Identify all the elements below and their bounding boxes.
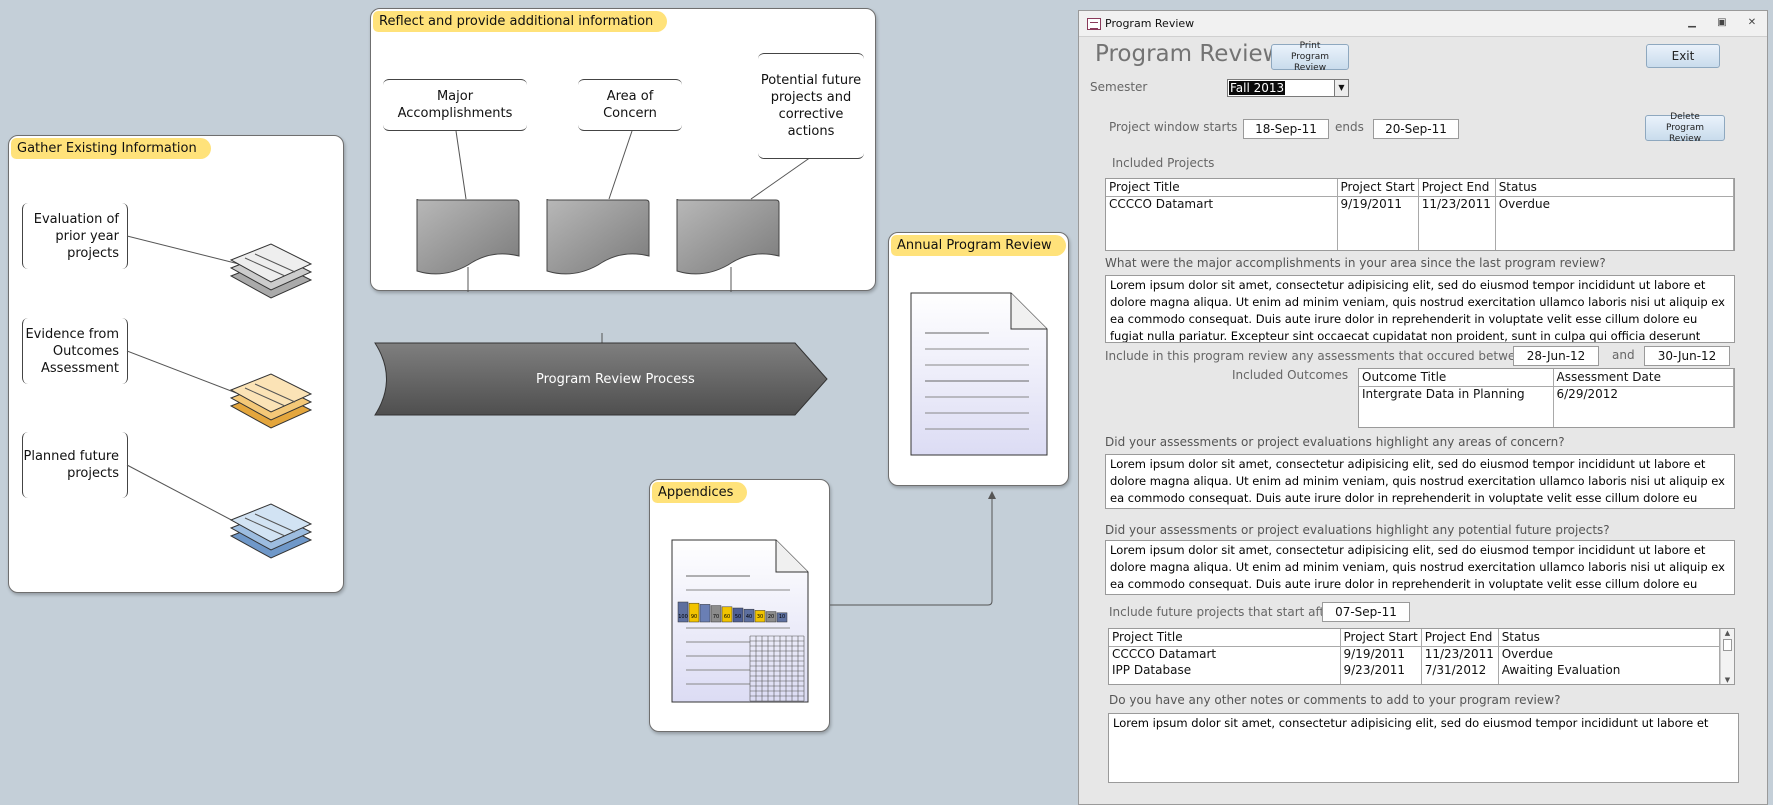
semester-value: Fall 2013 (1229, 81, 1286, 95)
appendices-panel: Appendices 100 90 70 60 50 40 30 20 10 (649, 479, 830, 732)
table-cell[interactable]: IPP Database (1109, 663, 1341, 680)
vertical-scrollbar[interactable]: ▲ ▼ (1720, 629, 1734, 684)
reflect-panel: Reflect and provide additional informati… (370, 8, 876, 292)
window-end-field[interactable]: 20-Sep-11 (1373, 119, 1459, 139)
column-header[interactable]: Assessment Date (1553, 369, 1734, 387)
window-ends-label: ends (1335, 120, 1364, 134)
table-cell[interactable]: Intergrate Data in Planning (1359, 386, 1554, 403)
table-row[interactable]: CCCCO Datamart 9/19/2011 11/23/2011 Overdue (1109, 646, 1721, 663)
notes-memo[interactable]: Lorem ipsum dolor sit amet, consectetur … (1108, 713, 1739, 783)
appendix-connector (830, 491, 996, 606)
column-header[interactable]: Project Start (1340, 629, 1422, 647)
reflection-document-icon (546, 198, 650, 275)
appendix-bar-label: 90 (691, 614, 697, 620)
future-start-field[interactable]: 07-Sep-11 (1322, 602, 1410, 622)
column-header[interactable]: Status (1498, 629, 1721, 647)
accomplishments-memo[interactable]: Lorem ipsum dolor sit amet, consectetur … (1105, 275, 1735, 343)
reflect-item-accomplishments: Major Accomplishments (383, 79, 527, 131)
included-projects-grid[interactable]: Project Title Project Start Project End Sta… (1105, 178, 1735, 251)
program-review-document-icon (910, 292, 1048, 456)
assessment-and-label: and (1612, 348, 1635, 362)
assessment-start-field[interactable]: 28-Jun-12 (1513, 346, 1599, 366)
appendix-bar-label: 60 (724, 614, 730, 620)
accomplishments-question: What were the major accomplishments in y… (1105, 256, 1606, 270)
program-review-form: Program Review ▁ ▣ ✕ Program Review Prin… (1078, 10, 1768, 805)
table-cell[interactable]: 9/23/2011 (1340, 663, 1422, 680)
future-projects-memo[interactable]: Lorem ipsum dolor sit amet, consectetur … (1105, 540, 1735, 595)
concern-question: Did your assessments or project evaluati… (1105, 435, 1565, 449)
semester-label: Semester (1090, 80, 1148, 94)
table-cell[interactable]: Awaiting Evaluation (1498, 663, 1721, 680)
column-header[interactable]: Status (1495, 179, 1734, 197)
appendix-bar-label: 100 (678, 614, 688, 620)
appendix-bar (699, 604, 711, 623)
appendix-bar-label: 70 (713, 614, 719, 620)
gather-graphics (126, 235, 313, 559)
table-cell[interactable]: CCCCO Datamart (1109, 646, 1341, 663)
column-header[interactable]: Project End (1418, 179, 1496, 197)
chevron-down-icon[interactable]: ▼ (1334, 80, 1348, 96)
reflection-document-icon (676, 198, 780, 275)
appendix-bar-label: 50 (735, 614, 741, 620)
print-program-review-button[interactable]: Print Program Review (1271, 41, 1349, 73)
assessments-range-label: Include in this program review any asses… (1105, 349, 1531, 363)
scroll-down-icon[interactable]: ▼ (1721, 676, 1734, 684)
table-cell[interactable]: 7/31/2012 (1421, 663, 1499, 680)
future-start-label: Include future projects that start after (1109, 605, 1337, 619)
minimize-icon[interactable]: ▁ (1685, 17, 1699, 29)
semester-select[interactable]: Fall 2013 ▼ (1227, 79, 1349, 97)
column-header[interactable]: Project Title (1109, 629, 1341, 647)
table-row[interactable]: Intergrate Data in Planning 6/29/2012 (1359, 386, 1734, 403)
document-stack-icon (229, 243, 313, 299)
scroll-up-icon[interactable]: ▲ (1721, 629, 1734, 637)
table-cell[interactable]: CCCCO Datamart (1106, 196, 1338, 213)
appendix-document-icon: 100 90 70 60 50 40 30 20 10 (671, 539, 809, 703)
column-header[interactable]: Outcome Title (1359, 369, 1554, 387)
reflect-item-future: Potential future projects and corrective… (758, 53, 864, 159)
column-header[interactable]: Project Start (1337, 179, 1419, 197)
table-row[interactable]: IPP Database 9/23/2011 7/31/2012 Awaiting E… (1109, 663, 1721, 680)
table-row[interactable]: CCCCO Datamart 9/19/2011 11/23/2011 Overdue (1106, 196, 1734, 213)
included-projects-label: Included Projects (1112, 156, 1215, 170)
appendix-bar-label: 40 (746, 614, 752, 620)
future-projects-grid[interactable]: Project Title Project Start Project End Sta… (1108, 628, 1735, 685)
future-projects-question: Did your assessments or project evaluati… (1105, 523, 1610, 537)
assessment-end-field[interactable]: 30-Jun-12 (1644, 346, 1730, 366)
appendix-bar-label: 10 (779, 614, 785, 620)
concern-memo[interactable]: Lorem ipsum dolor sit amet, consectetur … (1105, 454, 1735, 509)
table-cell[interactable]: Overdue (1495, 196, 1734, 213)
appendix-bar-label: 20 (768, 614, 774, 620)
column-header[interactable]: Project End (1421, 629, 1499, 647)
table-cell[interactable]: 11/23/2011 (1418, 196, 1496, 213)
reflect-item-concern: Area of Concern (578, 79, 682, 131)
form-icon (1087, 17, 1101, 30)
exit-button[interactable]: Exit (1646, 44, 1720, 68)
table-cell[interactable]: 11/23/2011 (1421, 646, 1499, 663)
restore-icon[interactable]: ▣ (1715, 17, 1729, 29)
included-outcomes-grid[interactable]: Outcome Title Assessment Date Intergrate D… (1358, 368, 1735, 428)
notes-question: Do you have any other notes or comments … (1109, 693, 1561, 707)
document-stack-icon (229, 373, 313, 429)
appendix-bar-label: 30 (757, 614, 763, 620)
form-heading: Program Review (1095, 41, 1282, 67)
table-cell[interactable]: 9/19/2011 (1340, 646, 1422, 663)
window-title: Program Review (1105, 17, 1195, 30)
gather-panel: Gather Existing Information Evaluation o… (8, 135, 344, 593)
table-cell[interactable]: 6/29/2012 (1553, 386, 1734, 403)
process-label: Program Review Process (536, 372, 695, 387)
table-cell[interactable]: 9/19/2011 (1337, 196, 1419, 213)
form-titlebar: Program Review (1079, 11, 1767, 37)
reflection-document-icon (416, 198, 520, 275)
column-header[interactable]: Project Title (1106, 179, 1338, 197)
window-starts-label: Project window starts (1109, 120, 1238, 134)
close-icon[interactable]: ✕ (1745, 17, 1759, 29)
included-outcomes-label: Included Outcomes (1232, 368, 1349, 382)
table-cell[interactable]: Overdue (1498, 646, 1721, 663)
window-start-field[interactable]: 18-Sep-11 (1243, 119, 1329, 139)
document-stack-icon (229, 503, 313, 559)
scroll-thumb[interactable] (1723, 639, 1732, 651)
annual-panel: Annual Program Review (888, 232, 1069, 486)
delete-program-review-button[interactable]: Delete Program Review (1645, 112, 1725, 144)
